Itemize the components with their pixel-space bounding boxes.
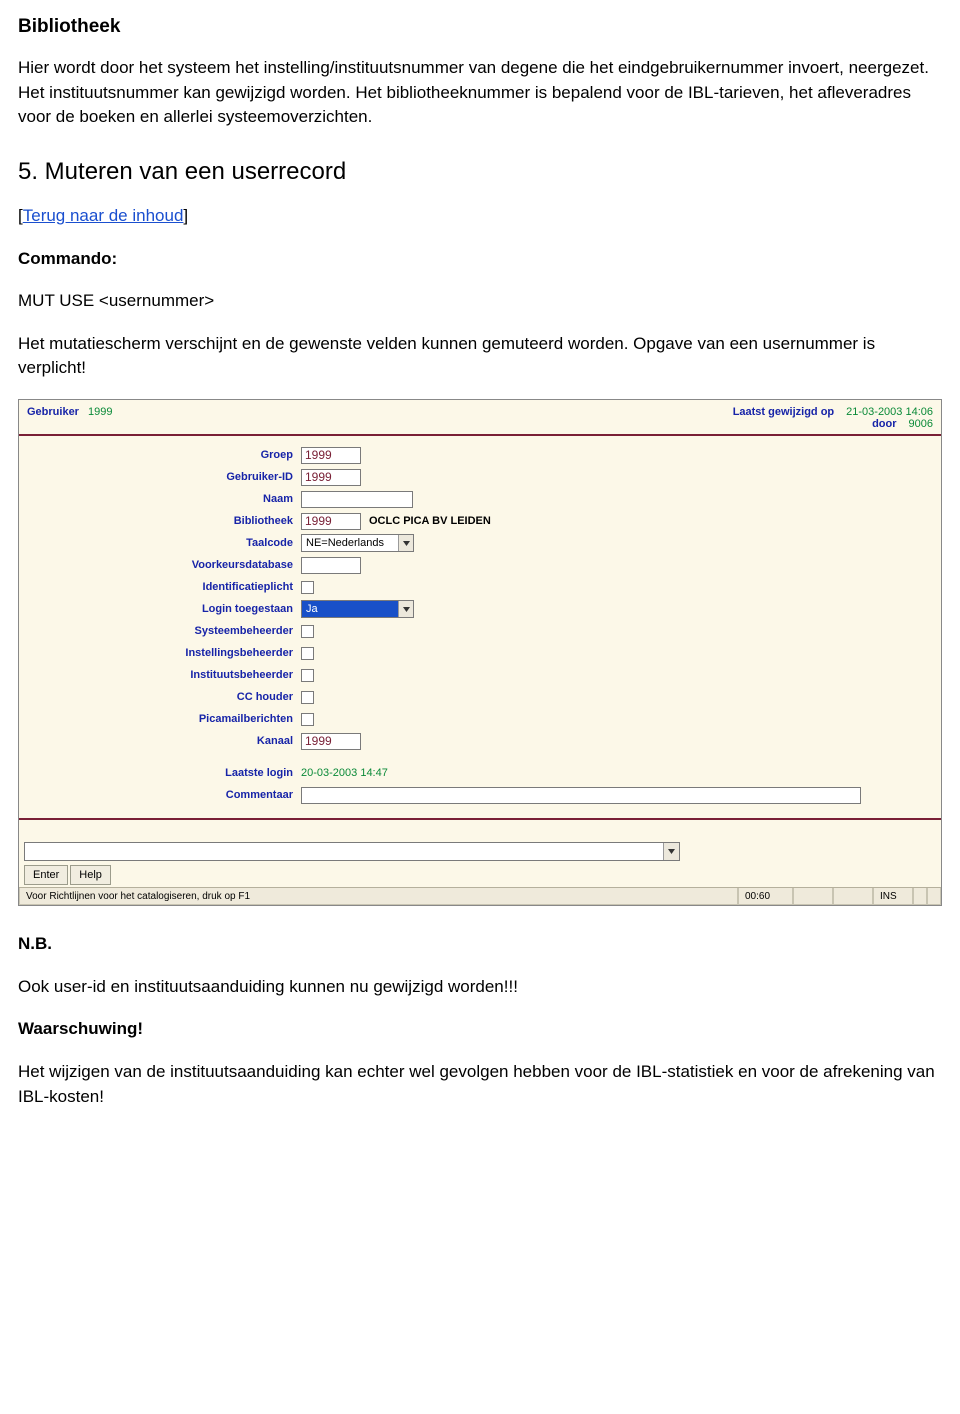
naam-input[interactable] <box>301 491 413 508</box>
taalcode-dropdown[interactable]: NE=Nederlands <box>301 534 414 552</box>
groep-label: Groep <box>19 449 301 461</box>
door-label: door <box>872 418 896 430</box>
kanaal-input[interactable] <box>301 733 361 750</box>
commentaar-input[interactable] <box>301 787 861 804</box>
chevron-down-icon <box>663 843 679 860</box>
bibliotheek-label: Bibliotheek <box>19 515 301 527</box>
systeembeheerder-checkbox[interactable] <box>301 625 314 638</box>
instituutsbeheerder-checkbox[interactable] <box>301 669 314 682</box>
command-line-dropdown[interactable] <box>24 842 680 861</box>
heading-5-muteren: 5. Muteren van een userrecord <box>18 158 942 186</box>
login-toegestaan-dropdown[interactable]: Ja <box>301 600 414 618</box>
chevron-down-icon <box>398 601 413 617</box>
taalcode-label: Taalcode <box>19 537 301 549</box>
voorkeursdatabase-input[interactable] <box>301 557 361 574</box>
picamailberichten-checkbox[interactable] <box>301 713 314 726</box>
systeembeheerder-label: Systeembeheerder <box>19 625 301 637</box>
paragraph-mutatiescherm: Het mutatiescherm verschijnt en de gewen… <box>18 332 942 381</box>
identificatieplicht-checkbox[interactable] <box>301 581 314 594</box>
gebruiker-label: Gebruiker <box>27 406 79 418</box>
login-toegestaan-label: Login toegestaan <box>19 603 301 615</box>
link-terug-inhoud[interactable]: Terug naar de inhoud <box>23 206 184 225</box>
status-ins: INS <box>873 888 913 905</box>
waarschuwing-text: Het wijzigen van de instituutsaanduiding… <box>18 1060 942 1109</box>
nb-text: Ook user-id en instituutsaanduiding kunn… <box>18 975 942 1000</box>
commentaar-label: Commentaar <box>19 789 301 801</box>
status-empty2 <box>833 888 873 905</box>
voorkeursdatabase-label: Voorkeursdatabase <box>19 559 301 571</box>
gebruiker-value: 1999 <box>88 406 112 418</box>
nb-label: N.B. <box>18 934 52 953</box>
chevron-down-icon <box>398 535 413 551</box>
waarschuwing-label: Waarschuwing! <box>18 1019 143 1038</box>
cc-houder-checkbox[interactable] <box>301 691 314 704</box>
cc-houder-label: CC houder <box>19 691 301 703</box>
instellingsbeheerder-checkbox[interactable] <box>301 647 314 660</box>
gebruiker-id-input[interactable] <box>301 469 361 486</box>
status-empty1 <box>793 888 833 905</box>
instituutsbeheerder-label: Instituutsbeheerder <box>19 669 301 681</box>
enter-button[interactable]: Enter <box>24 865 68 885</box>
instellingsbeheerder-label: Instellingsbeheerder <box>19 647 301 659</box>
paragraph-bibliotheek: Hier wordt door het systeem het instelli… <box>18 56 942 130</box>
bibliotheek-input[interactable] <box>301 513 361 530</box>
groep-input[interactable] <box>301 447 361 464</box>
mutation-screen-panel: Gebruiker 1999 Laatst gewijzigd op 21-03… <box>18 399 942 906</box>
bibliotheek-naam: OCLC PICA BV LEIDEN <box>369 515 491 527</box>
laatst-gewijzigd-value: 21-03-2003 14:06 <box>846 406 933 418</box>
taalcode-value: NE=Nederlands <box>302 537 398 549</box>
laatste-login-value: 20-03-2003 14:47 <box>301 767 388 779</box>
help-button[interactable]: Help <box>70 865 111 885</box>
back-to-contents: [Terug naar de inhoud] <box>18 204 942 229</box>
status-bar: Voor Richtlijnen voor het catalogiseren,… <box>19 887 941 905</box>
picamailberichten-label: Picamailberichten <box>19 713 301 725</box>
gebruiker-id-label: Gebruiker-ID <box>19 471 301 483</box>
naam-label: Naam <box>19 493 301 505</box>
kanaal-label: Kanaal <box>19 735 301 747</box>
status-time: 00:60 <box>738 888 793 905</box>
identificatieplicht-label: Identificatieplicht <box>19 581 301 593</box>
login-toegestaan-value: Ja <box>302 603 398 615</box>
status-empty4 <box>927 888 941 905</box>
laatste-login-label: Laatste login <box>19 767 301 779</box>
door-value: 9006 <box>909 418 933 430</box>
laatst-gewijzigd-label: Laatst gewijzigd op <box>733 406 834 418</box>
command-mut-use: MUT USE <usernummer> <box>18 289 942 314</box>
status-hint: Voor Richtlijnen voor het catalogiseren,… <box>19 888 738 905</box>
section-bibliotheek: Bibliotheek <box>18 16 942 38</box>
status-empty3 <box>913 888 927 905</box>
commando-label: Commando: <box>18 249 117 268</box>
